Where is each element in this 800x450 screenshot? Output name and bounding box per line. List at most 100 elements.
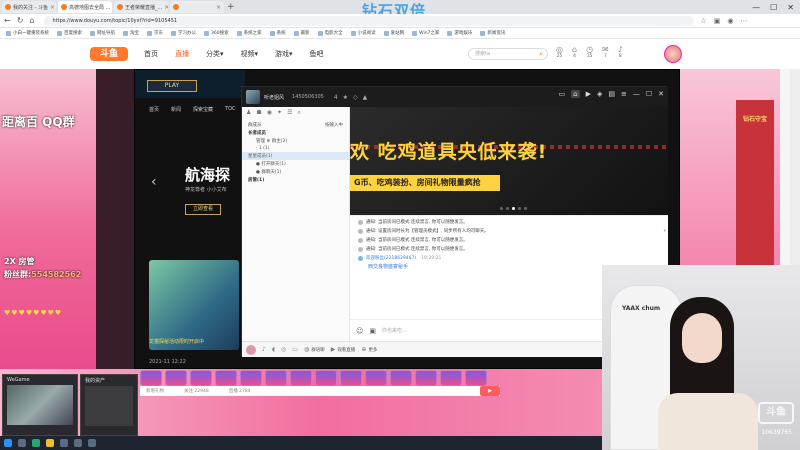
gamepad-icon[interactable]: ◈ [597, 90, 602, 98]
header-icon-item[interactable]: ♪ 8 [618, 45, 623, 59]
nav-live[interactable]: 直播 [175, 49, 189, 59]
nav-yuba[interactable]: 鱼吧 [310, 49, 324, 59]
view-now-button[interactable]: 立即查看 [185, 204, 221, 215]
bookmark-item[interactable]: 小说阅读 [351, 30, 376, 36]
bookmark-item[interactable]: 爱站网 [384, 30, 405, 36]
gift-item[interactable] [365, 370, 387, 386]
play-button[interactable]: PLAY [147, 80, 197, 92]
speaker-icon[interactable]: ◖ [272, 346, 275, 353]
bookmark-item[interactable]: 淘宝 [123, 30, 139, 36]
group-icon[interactable]: ☗ [256, 109, 261, 117]
bookmark-item[interactable]: 网址导航 [90, 30, 115, 36]
gift-item[interactable] [390, 370, 412, 386]
gift-item[interactable] [440, 370, 462, 386]
bookmark-item[interactable]: 小白一键重装系统 [6, 30, 49, 36]
profile-icon[interactable]: ◉ [727, 17, 733, 25]
gift-item[interactable] [340, 370, 362, 386]
gift-item[interactable] [240, 370, 262, 386]
carousel-dot[interactable] [524, 207, 527, 210]
member-row[interactable]: 管理 ♛ 群主(2) [242, 137, 349, 145]
nav-home[interactable]: 首页 [144, 49, 158, 59]
member-row[interactable]: ● 打开聊天(1) [242, 160, 349, 168]
app-icon[interactable] [74, 439, 82, 447]
triangle-icon[interactable]: ▲ [363, 94, 368, 101]
star-icon[interactable]: ☆ [700, 17, 706, 25]
browser-tab-blank[interactable]: × [170, 1, 224, 13]
member-row[interactable]: 长者成员 [242, 129, 349, 137]
carousel-dot[interactable] [518, 207, 521, 210]
close-icon[interactable]: × [216, 4, 221, 11]
collections-icon[interactable]: ▣ [714, 17, 721, 25]
gift-item[interactable] [215, 370, 237, 386]
maximize-icon[interactable]: ☐ [646, 90, 652, 98]
user-avatar[interactable] [664, 45, 682, 63]
more-icon[interactable]: ⋯ [741, 17, 748, 25]
bookmark-item[interactable]: 京东 [147, 30, 163, 36]
bookmark-item[interactable]: 360搜索 [204, 30, 229, 36]
browser-tab-wangzhe[interactable]: 王者荣耀直播_... × [114, 1, 168, 13]
close-window-icon[interactable]: ✕ [787, 3, 794, 12]
carousel-dot[interactable] [506, 207, 509, 210]
star-icon[interactable]: ✦ [277, 109, 282, 117]
cta-button[interactable]: ▶ [480, 386, 500, 396]
watch-live-button[interactable]: ▶ 观看直播 [331, 346, 356, 353]
douyu-search-input[interactable]: 搜索ta ⌕ [468, 48, 548, 60]
edge-icon[interactable] [32, 439, 40, 447]
chat-avatar[interactable] [246, 90, 260, 104]
nav-category[interactable]: 分类▾ [206, 49, 224, 59]
pin-icon[interactable]: ◉ [267, 109, 272, 117]
folder-icon[interactable]: ▤ [608, 90, 615, 98]
windows-start-icon[interactable] [4, 439, 12, 447]
member-row[interactable]: 房管(1) [242, 176, 349, 184]
gift-item[interactable] [415, 370, 437, 386]
member-row[interactable]: · 1 (1) [242, 145, 349, 152]
emoji-icon[interactable]: ☺ [356, 327, 363, 335]
bookmark-item[interactable]: 电影大全 [318, 30, 343, 36]
search-icon[interactable]: ⌕ [297, 109, 300, 117]
douyu-logo[interactable]: 斗鱼 [90, 47, 128, 61]
self-avatar[interactable] [246, 344, 256, 355]
chrome-icon[interactable] [46, 439, 54, 447]
video-nav-item[interactable]: TOC [225, 106, 235, 113]
task-view-icon[interactable] [18, 439, 26, 447]
search-icon[interactable]: ⌕ [539, 49, 543, 59]
mic-icon[interactable]: ♪ [262, 346, 266, 353]
video-thumbnail[interactable] [149, 260, 239, 350]
taskbar-preview-wegame[interactable]: WeGame [2, 374, 78, 436]
close-icon[interactable]: ✕ [658, 90, 664, 98]
nav-game[interactable]: 游戏▾ [275, 49, 293, 59]
more-button[interactable]: ⊕ 更多 [361, 346, 377, 353]
header-icon-item[interactable]: ✉ 7 [602, 45, 609, 59]
maximize-icon[interactable]: ☐ [770, 3, 777, 12]
home-icon[interactable]: ⌂ [571, 90, 580, 98]
bookmark-item[interactable]: 游戏娱乐 [447, 30, 472, 36]
bookmark-item[interactable]: 新闻资讯 [480, 30, 505, 36]
camera-icon[interactable]: ◎ [281, 346, 286, 353]
video-nav-item[interactable]: 新闻 [171, 106, 181, 113]
bookmark-item[interactable]: Win7之家 [412, 30, 439, 36]
close-icon[interactable]: × [164, 4, 168, 11]
diamond-icon[interactable]: ◇ [353, 94, 358, 101]
gift-item[interactable] [290, 370, 312, 386]
back-arrow-icon[interactable]: ← [4, 16, 11, 25]
bookmark-item[interactable]: 百度搜索 [57, 30, 82, 36]
video-nav-item[interactable]: 首页 [149, 106, 159, 113]
bookmark-item[interactable]: 系统之家 [237, 30, 262, 36]
member-row[interactable]: ● 群聊天(1) [242, 168, 349, 176]
browser-tab-active[interactable]: 高德地图去全局 ...× [58, 1, 112, 13]
video-nav-item[interactable]: 探索宝藏 [193, 106, 213, 113]
list-icon[interactable]: ☰ [287, 109, 292, 117]
url-input[interactable]: https://www.douyu.com/topic/10yxf?rid=91… [44, 15, 695, 26]
header-icon-item[interactable]: ◎ 25 [556, 45, 563, 59]
minimize-icon[interactable]: — [633, 90, 640, 98]
bookmark-item[interactable]: 最新 [294, 30, 310, 36]
gift-item[interactable] [140, 370, 162, 386]
browser-tab-follow[interactable]: 我的关注 - 斗鱼 × [2, 1, 56, 13]
message-username[interactable]: 欢迎粉丝(2218629467) [366, 255, 416, 261]
gift-item[interactable] [165, 370, 187, 386]
gift-item[interactable] [465, 370, 487, 386]
header-icon-item[interactable]: ⌂ 4 [572, 45, 577, 59]
nav-video[interactable]: 视频▾ [241, 49, 259, 59]
gift-item[interactable] [315, 370, 337, 386]
new-tab-plus-icon[interactable]: + [227, 2, 235, 12]
